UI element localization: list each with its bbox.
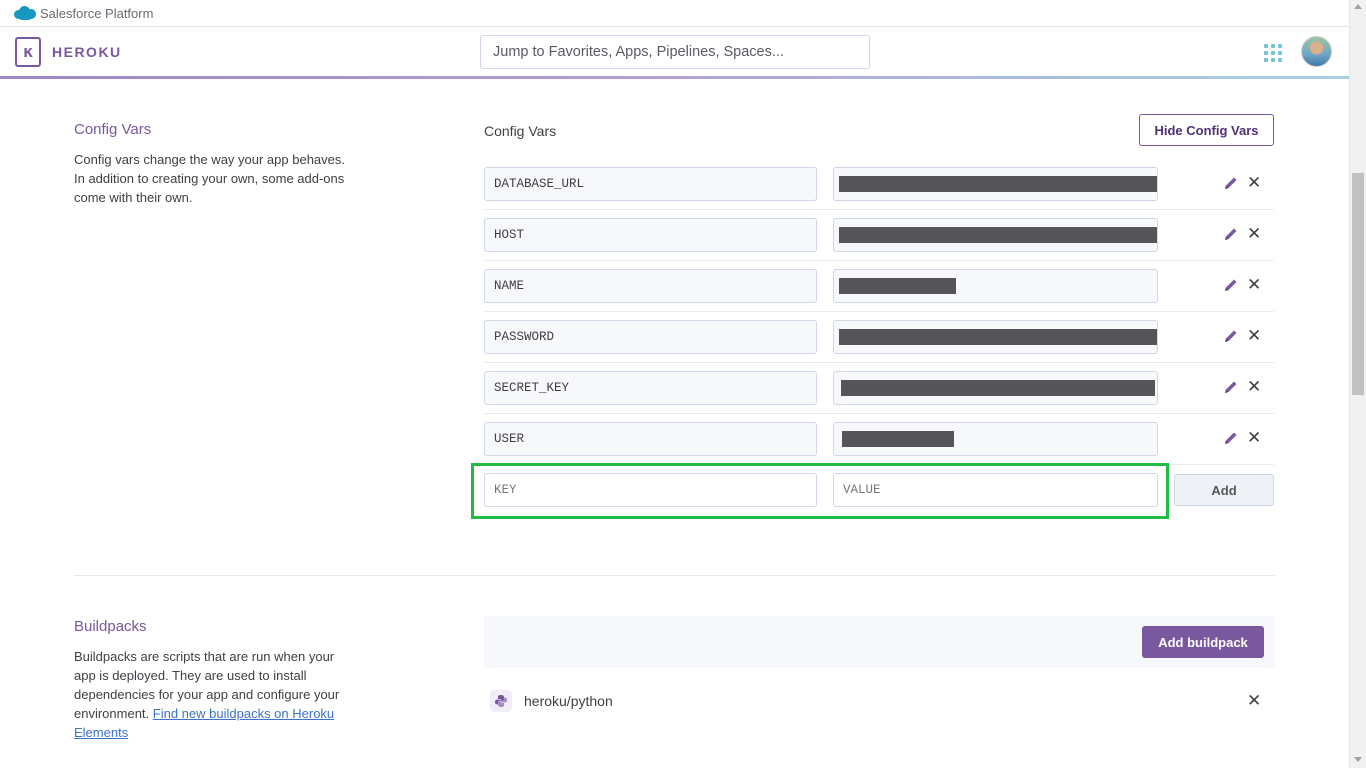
delete-close-icon[interactable]: ✕ (1247, 276, 1261, 294)
scroll-up-arrow-icon[interactable] (1354, 4, 1362, 9)
edit-pencil-icon[interactable] (1223, 430, 1239, 446)
config-var-key[interactable]: NAME (484, 269, 817, 303)
app-header: ĸ HEROKU (0, 27, 1349, 78)
app-launcher-grid-icon[interactable] (1264, 44, 1282, 62)
search-input[interactable] (480, 35, 870, 69)
config-var-key[interactable]: PASSWORD (484, 320, 817, 354)
scroll-thumb[interactable] (1352, 173, 1364, 395)
section-divider (74, 575, 1275, 576)
redacted-value (842, 431, 954, 447)
config-var-row: HOST ✕ (484, 210, 1274, 261)
config-var-row: SECRET_KEY ✕ (484, 363, 1274, 414)
add-config-var-button[interactable]: Add (1174, 474, 1274, 506)
platform-label: Salesforce Platform (40, 5, 154, 21)
config-var-key[interactable]: USER (484, 422, 817, 456)
config-var-key[interactable]: DATABASE_URL (484, 167, 817, 201)
config-var-value[interactable] (833, 320, 1158, 354)
config-var-row: NAME ✕ (484, 261, 1274, 312)
redacted-value (841, 380, 1155, 396)
buildpack-name: heroku/python (524, 693, 613, 709)
config-var-value[interactable] (833, 371, 1158, 405)
edit-pencil-icon[interactable] (1223, 379, 1239, 395)
python-icon (490, 690, 512, 712)
redacted-value (839, 227, 1157, 243)
highlight-box (471, 463, 1169, 519)
add-buildpack-button[interactable]: Add buildpack (1142, 626, 1264, 658)
config-vars-heading: Config Vars (484, 123, 557, 139)
delete-close-icon[interactable]: ✕ (1247, 174, 1261, 192)
redacted-value (839, 329, 1157, 345)
delete-close-icon[interactable]: ✕ (1247, 429, 1261, 447)
salesforce-platform-bar: Salesforce Platform (0, 0, 1349, 27)
delete-close-icon[interactable]: ✕ (1247, 378, 1261, 396)
config-vars-section-title: Config Vars (74, 121, 152, 138)
buildpacks-section-title: Buildpacks (74, 618, 147, 635)
edit-pencil-icon[interactable] (1223, 277, 1239, 293)
user-avatar[interactable] (1301, 36, 1332, 67)
hide-config-vars-button[interactable]: Hide Config Vars (1139, 114, 1274, 146)
remove-buildpack-close-icon[interactable]: ✕ (1247, 692, 1261, 710)
edit-pencil-icon[interactable] (1223, 226, 1239, 242)
heroku-brand[interactable]: HEROKU (52, 44, 122, 60)
config-var-value[interactable] (833, 167, 1158, 201)
edit-pencil-icon[interactable] (1223, 328, 1239, 344)
redacted-value (839, 176, 1157, 192)
vertical-scrollbar[interactable] (1349, 0, 1366, 768)
config-var-value[interactable] (833, 422, 1158, 456)
edit-pencil-icon[interactable] (1223, 175, 1239, 191)
config-vars-description: Config vars change the way your app beha… (74, 152, 346, 205)
buildpack-item: heroku/python ✕ (484, 682, 1274, 722)
config-var-row: USER ✕ (484, 414, 1274, 465)
redacted-value (839, 278, 956, 294)
delete-close-icon[interactable]: ✕ (1247, 327, 1261, 345)
config-var-row: PASSWORD ✕ (484, 312, 1274, 363)
config-var-row: DATABASE_URL ✕ (484, 159, 1274, 210)
header-accent-line (0, 76, 1349, 79)
heroku-logo-icon[interactable]: ĸ (15, 37, 41, 67)
config-var-value[interactable] (833, 269, 1158, 303)
config-var-value[interactable] (833, 218, 1158, 252)
config-var-key[interactable]: SECRET_KEY (484, 371, 817, 405)
config-var-key[interactable]: HOST (484, 218, 817, 252)
delete-close-icon[interactable]: ✕ (1247, 225, 1261, 243)
salesforce-cloud-icon (14, 6, 36, 20)
buildpacks-description: Buildpacks are scripts that are run when… (74, 647, 359, 742)
scroll-down-arrow-icon[interactable] (1354, 757, 1362, 762)
